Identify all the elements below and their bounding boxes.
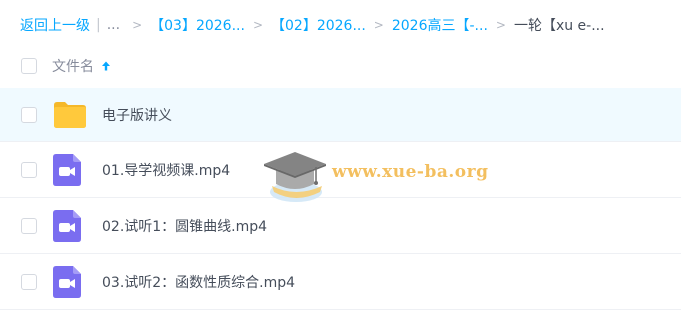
file-list: 电子版讲义 01.导学视频课.mp4 02.试听1：圆锥曲线.mp4 03.试听… xyxy=(0,88,681,310)
back-link[interactable]: 返回上一级 xyxy=(20,15,90,35)
file-name: 电子版讲义 xyxy=(102,107,172,124)
breadcrumb-item[interactable]: 【02】2026... xyxy=(271,15,366,35)
filename-column-label: 文件名 xyxy=(52,59,94,75)
breadcrumb-separator: > xyxy=(373,18,384,32)
file-name: 02.试听1：圆锥曲线.mp4 xyxy=(102,218,268,235)
select-all-checkbox[interactable] xyxy=(21,58,37,74)
video-file-icon xyxy=(53,153,81,186)
file-row-video[interactable]: 03.试听2：函数性质综合.mp4 xyxy=(0,254,681,310)
file-row-video[interactable]: 02.试听1：圆锥曲线.mp4 xyxy=(0,198,681,254)
row-checkbox[interactable] xyxy=(21,217,37,234)
file-name: 01.导学视频课.mp4 xyxy=(102,162,231,179)
row-checkbox[interactable] xyxy=(21,273,37,290)
video-file-icon xyxy=(53,265,81,298)
breadcrumb-item[interactable]: 2026高三【-... xyxy=(392,15,488,35)
breadcrumb-ellipsis[interactable]: ... xyxy=(107,17,120,33)
video-file-icon xyxy=(53,209,81,242)
file-name: 03.试听2：函数性质综合.mp4 xyxy=(102,274,296,291)
list-header: 文件名 xyxy=(0,48,681,84)
file-row-video[interactable]: 01.导学视频课.mp4 xyxy=(0,142,681,198)
file-row-folder[interactable]: 电子版讲义 xyxy=(0,88,681,142)
breadcrumb: 返回上一级 | ... > 【03】2026... > 【02】2026... … xyxy=(20,14,605,36)
folder-icon xyxy=(54,101,86,128)
breadcrumb-item[interactable]: 【03】2026... xyxy=(150,15,245,35)
breadcrumb-divider: | xyxy=(96,17,101,33)
file-browser: 返回上一级 | ... > 【03】2026... > 【02】2026... … xyxy=(0,0,681,329)
breadcrumb-current: 一轮【xu e-... xyxy=(513,18,605,34)
breadcrumb-separator: > xyxy=(252,18,263,32)
breadcrumb-separator: > xyxy=(132,18,143,32)
arrow-up-icon xyxy=(102,61,110,71)
row-checkbox[interactable] xyxy=(21,106,37,123)
row-checkbox[interactable] xyxy=(21,161,37,178)
breadcrumb-separator: > xyxy=(495,18,506,32)
sort-by-filename[interactable]: 文件名 xyxy=(52,56,112,76)
